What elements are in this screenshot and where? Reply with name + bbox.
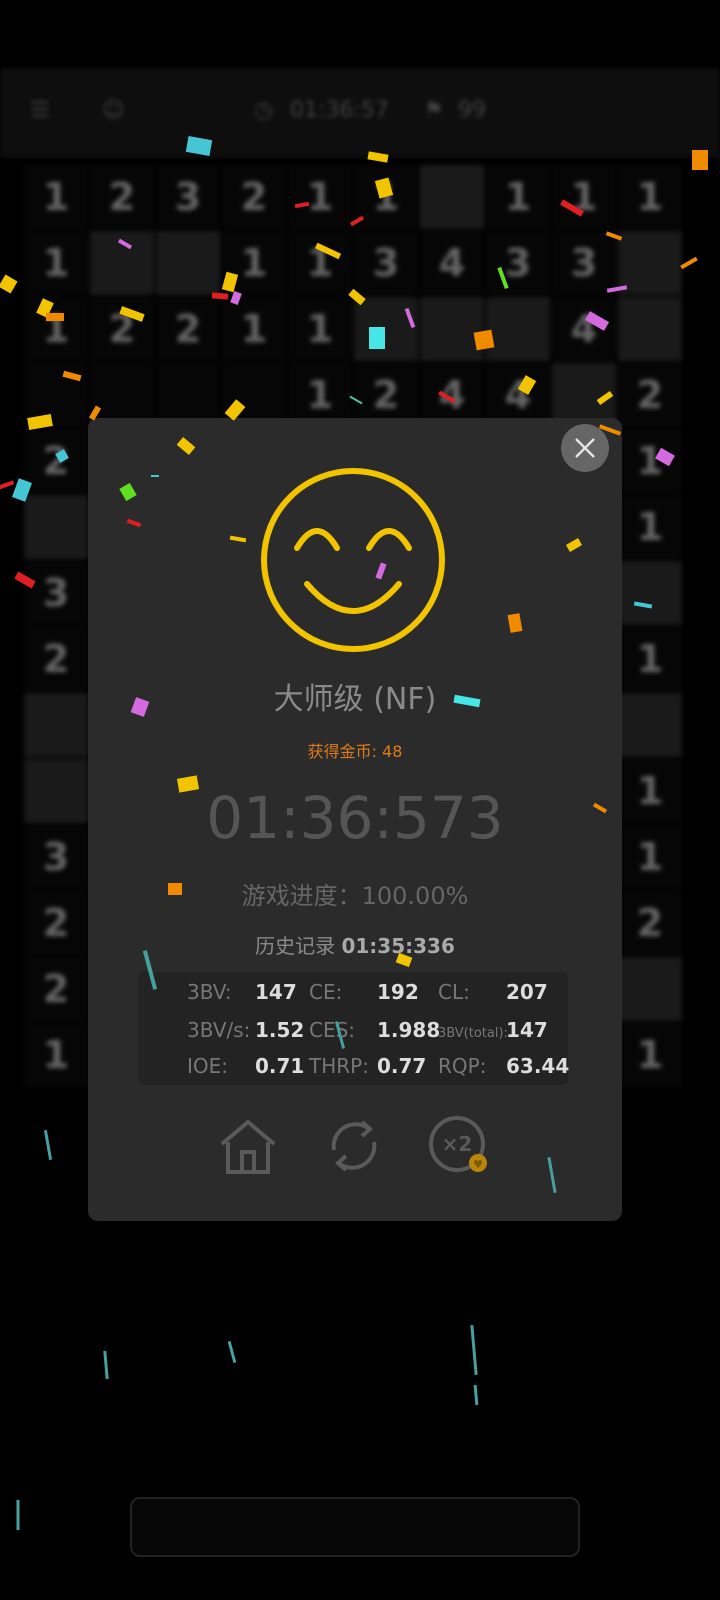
double-label: ×2 [442,1132,473,1156]
record-value: 01:35:336 [341,934,455,958]
board-cell[interactable] [618,297,682,361]
board-cell[interactable]: 2 [618,363,682,427]
board-cell[interactable]: 1 [222,231,286,295]
double-coin-icon: ×2 ♥ [429,1116,487,1172]
difficulty-level: 大师级 (NF) [273,682,437,717]
history-record: 历史记录 01:35:336 [88,930,622,959]
board-cell[interactable]: 2 [618,891,682,955]
board-cell[interactable]: 1 [486,165,550,229]
completion-time: 01:36:573 [206,784,504,852]
stat-3bv: 3BV: 147 [187,980,297,1004]
board-cell[interactable]: 2 [90,297,154,361]
board-cell[interactable]: 1 [618,165,682,229]
restart-button[interactable] [322,1114,386,1178]
board-cell[interactable]: 1 [24,1023,88,1087]
flag-count: 99 [458,98,486,123]
board-cell[interactable]: 2 [24,429,88,493]
board-cell[interactable] [618,561,682,625]
board-cell[interactable] [90,231,154,295]
board-cell[interactable]: 3 [552,231,616,295]
board-cell[interactable]: 3 [24,825,88,889]
smiley-icon [261,468,445,652]
game-progress: 游戏进度：100.00% [241,882,469,910]
board-cell[interactable]: 2 [24,957,88,1021]
board-cell[interactable]: 2 [222,165,286,229]
board-cell[interactable]: 1 [618,759,682,823]
double-coins-button[interactable]: ×2 ♥ [427,1114,491,1178]
board-cell[interactable]: 2 [24,627,88,691]
bottom-tool-bar[interactable] [130,1497,580,1557]
board-cell[interactable]: 1 [24,165,88,229]
stat-rqp: RQP: 63.44 [438,1054,570,1078]
stat-cl: CL: 207 [438,980,548,1004]
confetti-piece [473,1384,479,1406]
board-cell[interactable]: 1 [618,429,682,493]
confetti-piece [43,1129,53,1161]
board-cell[interactable] [354,297,418,361]
board-cell[interactable]: 3 [156,165,220,229]
stat-thrp: THRP: 0.77 [309,1054,427,1078]
board-cell[interactable]: 1 [288,297,352,361]
board-cell[interactable]: 1 [24,297,88,361]
board-cell[interactable]: 2 [24,891,88,955]
board-cell[interactable]: 3 [24,561,88,625]
svg-text:♥: ♥ [473,1158,483,1171]
board-cell[interactable]: 4 [420,231,484,295]
coins-earned: 获得金币: 48 [307,742,403,761]
close-icon [575,438,595,458]
board-cell[interactable] [24,759,88,823]
board-cell[interactable] [420,297,484,361]
board-cell[interactable] [420,165,484,229]
timer-icon: ◷ [254,98,274,123]
board-cell[interactable]: 1 [552,165,616,229]
timer-value: 01:36:57 [290,98,389,123]
board-cell[interactable]: 1 [222,297,286,361]
confetti-piece [103,1350,109,1380]
board-cell[interactable]: 1 [288,165,352,229]
record-label: 历史记录 [255,934,336,958]
board-cell[interactable]: 1 [618,495,682,559]
board-cell[interactable]: 1 [24,231,88,295]
board-cell[interactable] [24,363,88,427]
board-cell[interactable]: 1 [618,1023,682,1087]
board-cell[interactable] [618,957,682,1021]
stat-ioe: IOE: 0.71 [187,1054,305,1078]
board-cell[interactable] [486,297,550,361]
flag-icon: ⚑ [424,98,444,123]
confetti-piece [0,274,18,294]
board-cell[interactable]: 2 [156,297,220,361]
top-bar: ☰ ☺ ◷ 01:36:57 ⚑ 99 [0,68,720,158]
board-cell[interactable] [156,231,220,295]
board-cell[interactable] [24,495,88,559]
refresh-icon [331,1120,377,1172]
stat-ces: CES: 1.988 [309,1018,441,1042]
result-dialog: 大师级 (NF) 获得金币: 48 01:36:573 游戏进度：100.00%… [88,418,622,1221]
board-cell[interactable] [24,693,88,757]
stat-3bv-total: 3BV(total): 147 [438,1018,548,1042]
board-cell[interactable]: 3 [354,231,418,295]
smiley-button-icon[interactable]: ☺ [102,98,125,123]
confetti-piece [0,480,15,490]
board-cell[interactable]: 1 [354,165,418,229]
board-cell[interactable]: 1 [618,627,682,691]
close-button[interactable] [561,424,609,472]
board-cell[interactable]: 1 [288,231,352,295]
confetti-piece [16,1500,20,1530]
board-cell[interactable] [618,231,682,295]
board-cell[interactable]: 3 [486,231,550,295]
menu-icon[interactable]: ☰ [30,98,50,123]
stat-ce: CE: 192 [309,980,419,1004]
stats-panel: 3BV: 147 CE: 192 CL: 207 3BV/s: 1.52 CES… [138,972,570,1085]
home-button[interactable] [216,1114,280,1178]
stat-3bv-per-s: 3BV/s: 1.52 [187,1018,305,1042]
confetti-piece [227,1340,237,1364]
confetti-piece [470,1324,478,1376]
home-icon [220,1120,276,1174]
board-cell[interactable]: 1 [618,825,682,889]
board-cell[interactable]: 4 [552,297,616,361]
board-cell[interactable]: 2 [90,165,154,229]
board-cell[interactable] [618,693,682,757]
